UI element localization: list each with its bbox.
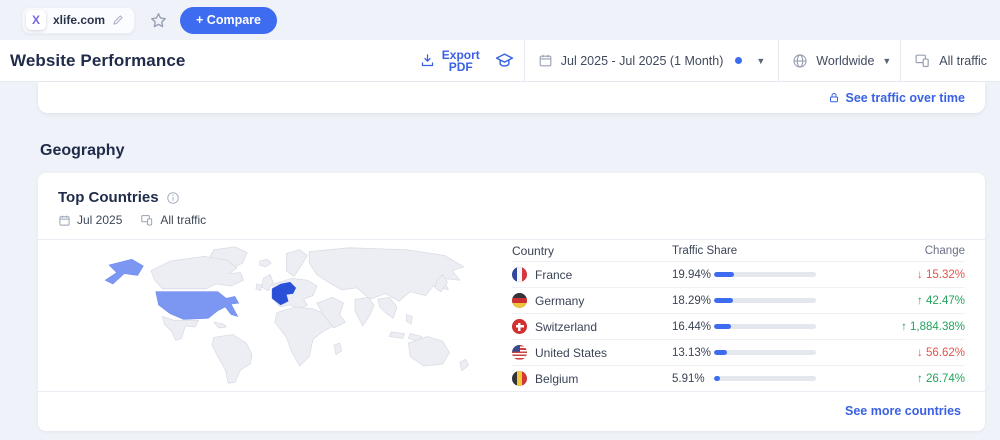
country-flag-icon — [512, 345, 527, 360]
chevron-down-icon: ▼ — [756, 56, 765, 66]
info-icon[interactable] — [166, 191, 180, 205]
column-header-change: Change — [824, 245, 965, 257]
calendar-icon — [538, 53, 553, 68]
change-value: ↓ 15.32% — [917, 269, 965, 281]
map-region-united-states — [156, 292, 239, 320]
compare-button[interactable]: + Compare — [180, 7, 277, 34]
traffic-share-bar-fill — [714, 272, 734, 277]
traffic-type-selector[interactable]: All traffic — [900, 40, 1000, 81]
country-name: Germany — [535, 294, 584, 308]
column-header-country: Country — [512, 244, 672, 258]
traffic-share-bar-fill — [714, 350, 727, 355]
traffic-share-bar-fill — [714, 376, 720, 381]
date-filter-dot — [735, 57, 742, 64]
traffic-share-value: 5.91% — [672, 373, 714, 385]
top-countries-card-header: Top Countries Jul 2025 All traffic — [38, 173, 985, 239]
card-filter-traffic: All traffic — [160, 213, 206, 227]
top-countries-title: Top Countries — [58, 189, 159, 206]
change-value: ↑ 42.47% — [917, 295, 965, 307]
countries-table: Country Traffic Share Change France 19.9… — [508, 240, 985, 391]
traffic-share-bar-fill — [714, 324, 731, 329]
site-bar: X xlife.com + Compare — [0, 0, 1000, 40]
country-flag-icon — [512, 319, 527, 334]
change-value: ↑ 26.74% — [917, 373, 965, 385]
change-value: ↑ 1,884.38% — [901, 321, 965, 333]
traffic-share-value: 16.44% — [672, 321, 714, 333]
country-name: France — [535, 268, 572, 282]
traffic-type-label: All traffic — [939, 54, 987, 68]
card-filter-date: Jul 2025 — [77, 213, 122, 227]
lock-icon — [828, 91, 840, 104]
traffic-share-value: 13.13% — [672, 347, 714, 359]
region-label: Worldwide — [816, 54, 874, 68]
country-flag-icon — [512, 371, 527, 386]
country-name: Belgium — [535, 372, 578, 386]
chevron-down-icon: ▼ — [882, 56, 891, 66]
edit-pencil-icon[interactable] — [112, 14, 124, 26]
site-domain: xlife.com — [53, 13, 105, 27]
page-header: Website Performance Export PDF Jul 2025 … — [0, 40, 1000, 82]
traffic-share-value: 18.29% — [672, 295, 714, 307]
learning-button[interactable] — [493, 40, 524, 81]
traffic-share-bar — [714, 324, 816, 329]
countries-table-header: Country Traffic Share Change — [512, 240, 965, 261]
countries-table-body: France 19.94% ↓ 15.32% Germany 18.29% ↑ … — [512, 261, 965, 391]
geography-section-title: Geography — [40, 142, 1000, 160]
table-row: Belgium 5.91% ↑ 26.74% — [512, 365, 965, 391]
see-traffic-over-time-link[interactable]: See traffic over time — [828, 91, 966, 105]
see-more-countries-link[interactable]: See more countries — [845, 404, 961, 418]
date-range-label: Jul 2025 - Jul 2025 (1 Month) — [561, 54, 724, 68]
table-row: Germany 18.29% ↑ 42.47% — [512, 287, 965, 313]
site-favicon: X — [26, 10, 46, 30]
country-flag-icon — [512, 293, 527, 308]
see-traffic-over-time-label: See traffic over time — [846, 91, 966, 105]
country-name: United States — [535, 346, 607, 360]
date-range-selector[interactable]: Jul 2025 - Jul 2025 (1 Month) ▼ — [524, 40, 779, 81]
country-name: Switzerland — [535, 320, 597, 334]
traffic-share-bar — [714, 376, 816, 381]
world-map — [38, 240, 508, 391]
export-pdf-button[interactable]: Export PDF — [407, 40, 493, 81]
export-label-line1: Export — [442, 49, 480, 61]
traffic-share-bar-fill — [714, 298, 733, 303]
traffic-share-bar — [714, 272, 816, 277]
column-header-traffic-share: Traffic Share — [672, 245, 824, 257]
calendar-icon — [58, 214, 71, 227]
download-icon — [420, 53, 435, 68]
top-countries-card: Top Countries Jul 2025 All traffic — [38, 173, 985, 431]
globe-icon — [792, 53, 808, 69]
all-traffic-icon — [914, 52, 931, 69]
table-row: France 19.94% ↓ 15.32% — [512, 261, 965, 287]
favorite-star-icon[interactable] — [149, 11, 168, 30]
country-flag-icon — [512, 267, 527, 282]
change-value: ↓ 56.62% — [917, 347, 965, 359]
traffic-share-bar — [714, 350, 816, 355]
table-row: United States 13.13% ↓ 56.62% — [512, 339, 965, 365]
export-label-line2: PDF — [442, 61, 480, 73]
table-row: Switzerland 16.44% ↑ 1,884.38% — [512, 313, 965, 339]
all-traffic-icon — [140, 213, 154, 227]
traffic-share-bar — [714, 298, 816, 303]
graduation-cap-icon — [495, 51, 514, 70]
map-region-alaska — [105, 259, 143, 284]
traffic-share-value: 19.94% — [672, 269, 714, 281]
region-selector[interactable]: Worldwide ▼ — [778, 40, 900, 81]
page-title: Website Performance — [0, 51, 407, 71]
site-chip[interactable]: X xlife.com — [22, 7, 135, 34]
overview-card: See traffic over time — [38, 82, 985, 113]
